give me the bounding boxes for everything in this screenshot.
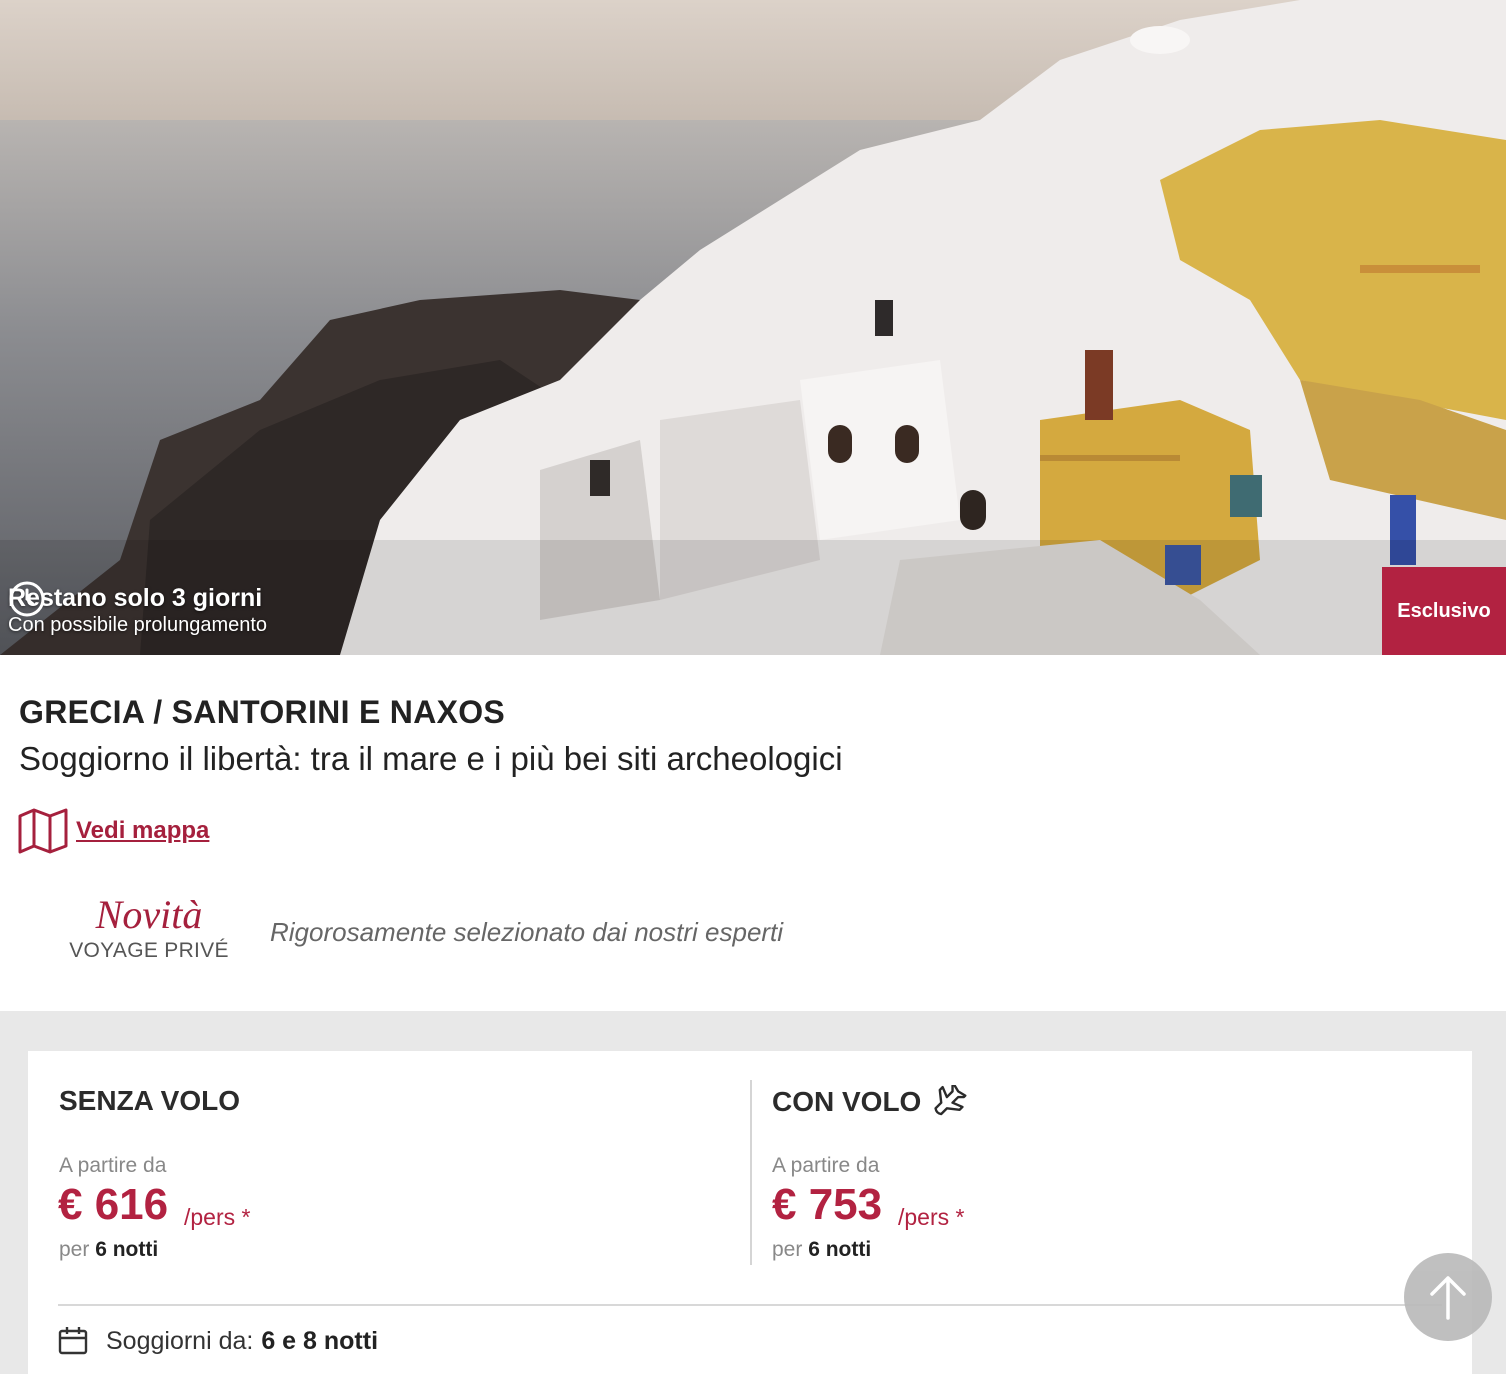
arrow-up-icon xyxy=(1430,1276,1466,1320)
nights-value: 6 notti xyxy=(95,1238,159,1261)
without-flight-from-label: A partire da xyxy=(59,1154,167,1177)
without-flight-price: € 616 xyxy=(58,1180,169,1229)
deadline-banner: Restano solo 3 giorni Con possibile prol… xyxy=(8,580,267,640)
airplane-icon xyxy=(934,1085,967,1116)
experts-tagline: Rigorosamente selezionato dai nostri esp… xyxy=(270,917,784,947)
stays-info: Soggiorni da: 6 e 8 notti xyxy=(58,1326,378,1356)
nights-value: 6 notti xyxy=(808,1238,872,1261)
with-flight-heading: CON VOLO xyxy=(772,1085,967,1119)
brand-label: VOYAGE PRIVÉ xyxy=(69,939,229,962)
clock-icon xyxy=(9,581,45,617)
with-flight-title: CON VOLO xyxy=(772,1086,922,1117)
hero-image: Restano solo 3 giorni Con possibile prol… xyxy=(0,0,1506,655)
with-flight-price: € 753 xyxy=(772,1180,883,1229)
destination-title: GRECIA / SANTORINI E NAXOS xyxy=(19,694,506,730)
exclusive-badge: Esclusivo xyxy=(1382,567,1506,655)
map-link-label[interactable]: Vedi mappa xyxy=(76,817,209,845)
stays-value: 6 e 8 notti xyxy=(261,1326,379,1355)
map-icon xyxy=(18,808,68,854)
deadline-title: Restano solo 3 giorni xyxy=(8,584,263,612)
deadline-subtitle: Con possibile prolungamento xyxy=(8,614,268,636)
calendar-icon xyxy=(58,1327,88,1355)
with-flight-from-label: A partire da xyxy=(772,1154,880,1177)
with-flight-nights: per 6 notti xyxy=(772,1238,871,1262)
novita-label: Novità xyxy=(95,892,203,937)
nights-prefix: per xyxy=(772,1238,803,1261)
offer-subtitle: Soggiorno il libertà: tra il mare e i pi… xyxy=(19,740,843,777)
column-divider xyxy=(750,1080,752,1265)
novita-badge: Novità VOYAGE PRIVÉ xyxy=(58,892,240,964)
stays-label: Soggiorni da: xyxy=(106,1326,254,1355)
map-link[interactable]: Vedi mappa xyxy=(18,808,209,854)
with-flight-per-person: /pers * xyxy=(898,1204,965,1230)
without-flight-per-person: /pers * xyxy=(184,1204,251,1230)
pricing-divider xyxy=(58,1304,1442,1306)
without-flight-nights: per 6 notti xyxy=(59,1238,158,1262)
without-flight-title: SENZA VOLO xyxy=(59,1085,240,1116)
nights-prefix: per xyxy=(59,1238,90,1261)
santorini-photo xyxy=(0,0,1506,655)
scroll-to-top-button[interactable] xyxy=(1404,1253,1492,1341)
